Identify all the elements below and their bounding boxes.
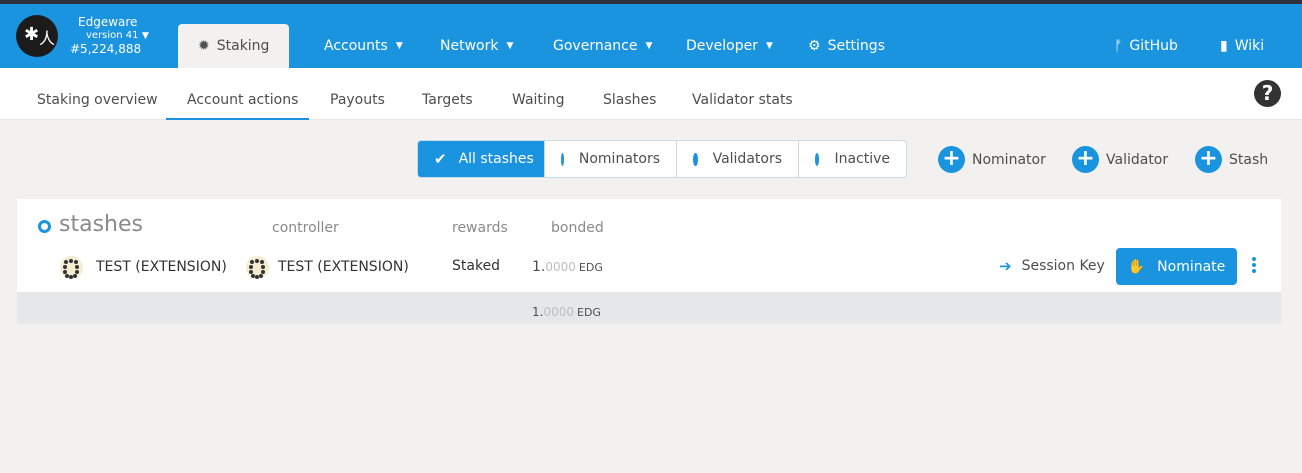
nav-developer[interactable]: Developer ▼ — [686, 24, 773, 68]
stashes-table: stashes controller rewards bonded TEST (… — [17, 199, 1281, 292]
table-title: stashes — [59, 212, 143, 237]
tab-staking-overview[interactable]: Staking overview — [37, 92, 158, 108]
code-branch-icon: ᚠ — [1114, 38, 1123, 54]
total-decimals: 0000 — [543, 305, 574, 319]
table-footer-total: 1.0000 EDG — [17, 292, 1281, 324]
active-tab-indicator — [166, 118, 309, 120]
chain-name[interactable]: Edgeware — [78, 15, 137, 29]
book-icon: ▮ — [1220, 38, 1228, 54]
bonded-integer: 1. — [532, 259, 546, 275]
sub-navigation: Staking overview Account actions Payouts… — [0, 68, 1302, 120]
add-nominator-label: Nominator — [972, 151, 1046, 168]
sign-in-icon: ➔ — [999, 257, 1012, 275]
header-controller: controller — [272, 220, 339, 236]
nav-github-label: GitHub — [1129, 38, 1178, 54]
filter-nominators-label: Nominators — [578, 151, 660, 167]
add-validator-label: Validator — [1106, 151, 1169, 168]
bonded-unit: EDG — [578, 261, 603, 274]
nav-accounts[interactable]: Accounts ▼ — [324, 24, 403, 68]
nav-staking[interactable]: ✹ Staking — [178, 24, 289, 68]
plus-icon: + — [1072, 146, 1099, 173]
chevron-down-icon: ▼ — [506, 41, 514, 51]
tab-slashes[interactable]: Slashes — [603, 92, 656, 108]
controller-account-name[interactable]: TEST (EXTENSION) — [278, 259, 409, 275]
nav-settings[interactable]: ⚙ Settings — [808, 24, 885, 68]
session-key-label: Session Key — [1021, 258, 1105, 274]
filter-inactive-label: Inactive — [834, 151, 890, 167]
nav-wiki[interactable]: ▮ Wiki — [1220, 24, 1264, 68]
circle-icon — [561, 152, 564, 166]
rewards-destination: Staked — [452, 258, 501, 274]
nav-governance[interactable]: Governance ▼ — [553, 24, 652, 68]
nav-network[interactable]: Network ▼ — [440, 24, 513, 68]
nav-network-label: Network — [440, 38, 499, 54]
block-number: #5,224,888 — [70, 42, 142, 56]
tab-targets[interactable]: Targets — [422, 92, 473, 108]
filter-all-stashes-label: All stashes — [458, 151, 534, 167]
help-icon[interactable]: ? — [1254, 80, 1281, 107]
circle-icon — [815, 152, 820, 166]
chain-logo[interactable]: ✱ 人 — [16, 15, 58, 57]
header-bonded: bonded — [551, 220, 604, 236]
stash-filter-toggle: ✔ All stashes Nominators Validators Inac… — [417, 140, 907, 178]
chevron-down-icon: ▼ — [766, 41, 773, 51]
chevron-down-icon: ▼ — [395, 41, 403, 51]
hand-paper-icon: ✋ — [1127, 258, 1146, 275]
more-options-icon[interactable] — [1250, 257, 1258, 275]
circle-icon — [693, 152, 698, 166]
bonded-amount: 1.0000 EDG — [532, 259, 603, 275]
nav-settings-label: Settings — [827, 38, 885, 54]
add-validator-button[interactable]: + Validator — [1072, 146, 1168, 173]
bonded-decimals: 0000 — [545, 260, 576, 274]
plus-icon: + — [1195, 146, 1222, 173]
stash-identicon[interactable] — [60, 256, 83, 279]
check-icon: ✔ — [434, 150, 447, 168]
controller-identicon[interactable] — [246, 256, 269, 279]
tab-waiting[interactable]: Waiting — [512, 92, 565, 108]
add-stash-button[interactable]: + Stash — [1195, 146, 1268, 173]
nav-developer-label: Developer — [686, 38, 759, 54]
nav-staking-label: Staking — [216, 38, 270, 54]
filter-validators-label: Validators — [712, 151, 782, 167]
total-integer: 1. — [532, 305, 544, 319]
staking-icon: ✹ — [198, 38, 210, 54]
nav-governance-label: Governance — [553, 38, 638, 54]
stash-account-name[interactable]: TEST (EXTENSION) — [96, 259, 227, 275]
add-stash-label: Stash — [1229, 151, 1269, 168]
chevron-down-icon: ▼ — [645, 41, 653, 51]
header-rewards: rewards — [452, 220, 508, 236]
total-bonded-amount: 1.0000 EDG — [532, 305, 601, 319]
chevron-down-icon[interactable]: ▼ — [142, 31, 149, 41]
nominate-label: Nominate — [1157, 258, 1226, 275]
session-key-button[interactable]: ➔ Session Key — [999, 257, 1105, 275]
ring-icon — [38, 220, 51, 233]
nominate-button[interactable]: ✋ Nominate — [1116, 248, 1237, 285]
chain-version[interactable]: version 41 — [86, 30, 139, 41]
tab-validator-stats[interactable]: Validator stats — [692, 92, 793, 108]
nav-accounts-label: Accounts — [324, 38, 388, 54]
tab-payouts[interactable]: Payouts — [330, 92, 385, 108]
nav-github[interactable]: ᚠ GitHub — [1114, 24, 1178, 68]
plus-icon: + — [938, 146, 965, 173]
gears-icon: ⚙ — [808, 38, 821, 54]
total-unit: EDG — [577, 306, 601, 319]
filter-all-stashes[interactable]: ✔ All stashes — [418, 141, 544, 177]
filter-inactive[interactable]: Inactive — [798, 141, 906, 177]
nav-wiki-label: Wiki — [1234, 38, 1265, 54]
filter-nominators[interactable]: Nominators — [544, 141, 676, 177]
tab-account-actions[interactable]: Account actions — [187, 92, 298, 108]
filter-validators[interactable]: Validators — [676, 141, 798, 177]
top-navigation-bar: ✱ 人 Edgeware version 41 ▼ #5,224,888 ✹ St… — [0, 4, 1302, 68]
add-nominator-button[interactable]: + Nominator — [938, 146, 1046, 173]
